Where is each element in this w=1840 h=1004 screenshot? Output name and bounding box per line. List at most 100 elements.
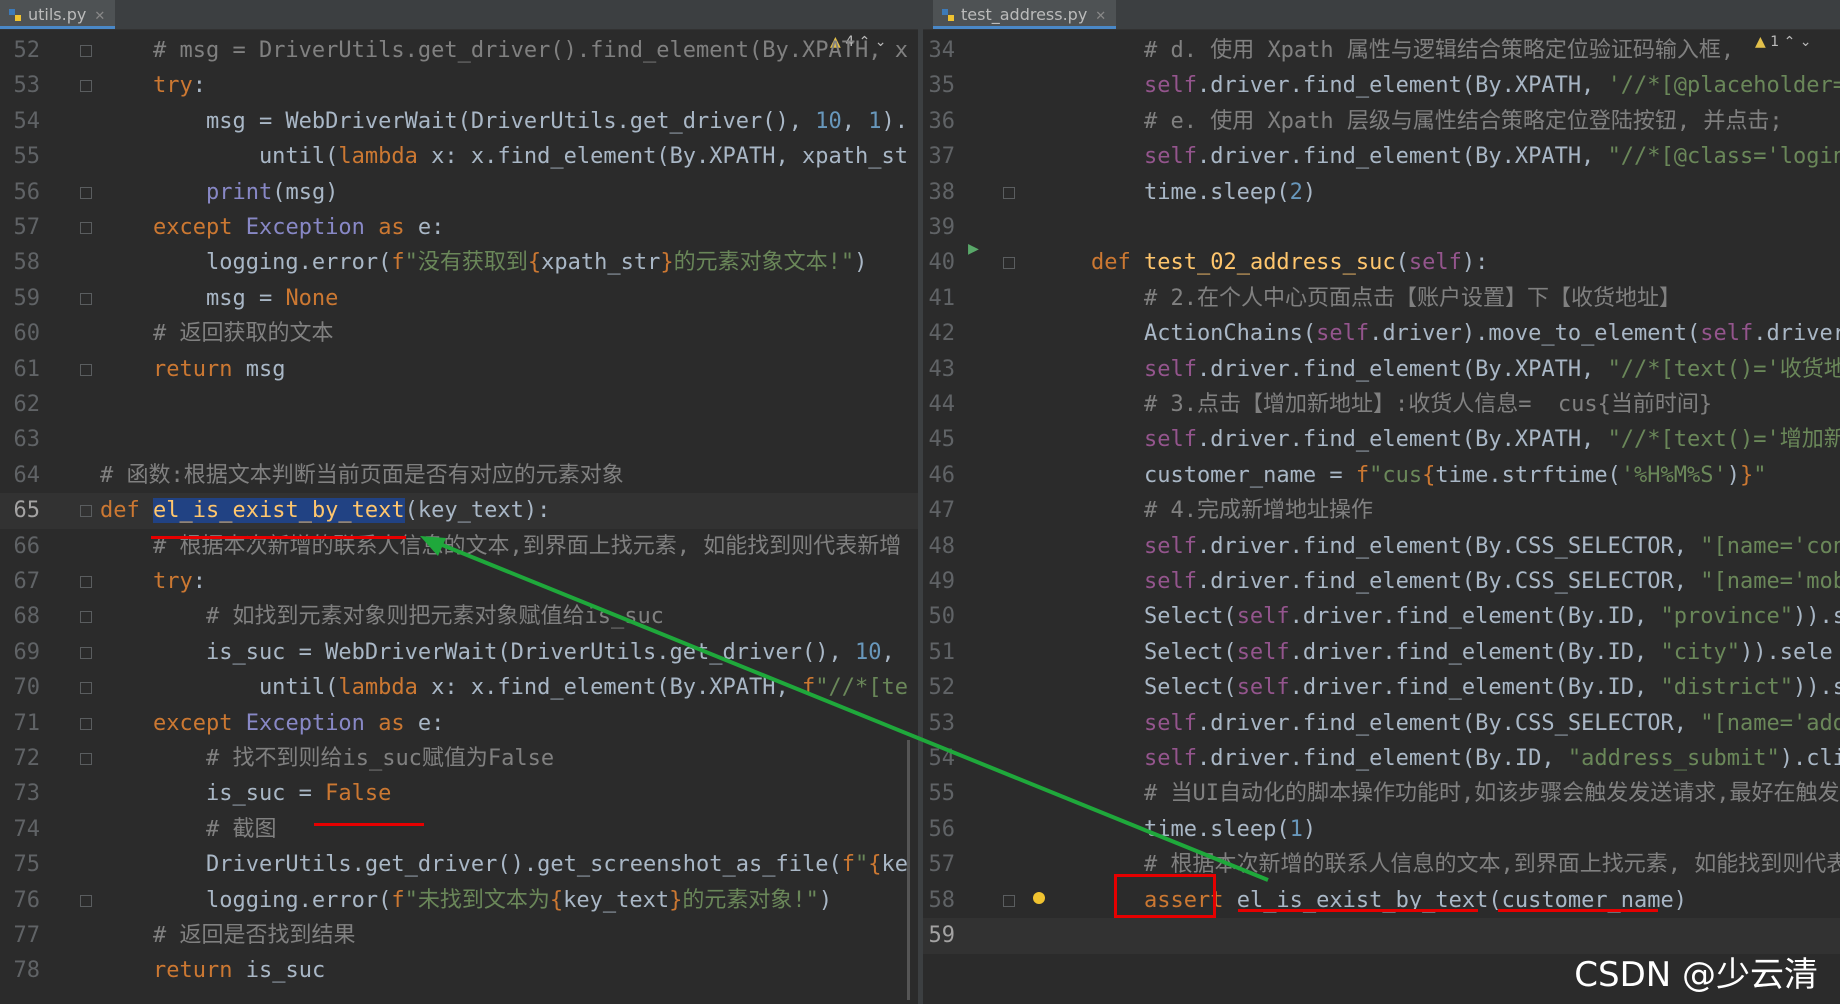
code-line[interactable]: 38 time.sleep(2): [923, 175, 1840, 211]
code-text[interactable]: logging.error(f"没有获取到{xpath_str}的元素对象文本!…: [100, 245, 867, 281]
code-text[interactable]: # d. 使用 Xpath 属性与逻辑结合策略定位验证码输入框,: [1038, 33, 1734, 69]
code-text[interactable]: customer_name = f"cus{time.strftime('%H%…: [1038, 458, 1767, 494]
code-line[interactable]: 52 Select(self.driver.find_element(By.ID…: [923, 670, 1840, 706]
code-text[interactable]: # 当UI自动化的脚本操作功能时,如该步骤会触发发送请求,最好在触发: [1038, 776, 1839, 812]
code-line[interactable]: 49 self.driver.find_element(By.CSS_SELEC…: [923, 564, 1840, 600]
code-line[interactable]: 58 logging.error(f"没有获取到{xpath_str}的元素对象…: [0, 245, 918, 281]
code-line[interactable]: 78 return is_suc: [0, 953, 918, 989]
code-text[interactable]: self.driver.find_element(By.CSS_SELECTOR…: [1038, 706, 1840, 742]
code-line[interactable]: 45 self.driver.find_element(By.XPATH, "/…: [923, 422, 1840, 458]
code-text[interactable]: msg = WebDriverWait(DriverUtils.get_driv…: [100, 104, 908, 140]
tab-utils-py[interactable]: utils.py ✕: [0, 0, 116, 29]
fold-icon[interactable]: [1003, 257, 1015, 270]
code-line[interactable]: 57 # 根据本次新增的联系人信息的文本,到界面上找元素, 如能找到则代表: [923, 847, 1840, 883]
fold-icon[interactable]: [80, 186, 92, 199]
code-text[interactable]: self.driver.find_element(By.XPATH, '//*[…: [1038, 68, 1840, 104]
code-text[interactable]: try:: [100, 564, 206, 600]
code-text[interactable]: self.driver.find_element(By.XPATH, "//*[…: [1038, 139, 1840, 175]
right-code-area[interactable]: 34 # d. 使用 Xpath 属性与逻辑结合策略定位验证码输入框, 35 se…: [923, 29, 1840, 1004]
close-icon[interactable]: ✕: [1095, 9, 1106, 24]
left-editor-pane[interactable]: utils.py ✕ ▲ 4 ⌃ ⌄ 52 # msg = DriverUtils…: [0, 0, 918, 1004]
code-text[interactable]: # 如找到元素对象则把元素对象赋值给is_suc: [100, 599, 664, 635]
left-scrollbar[interactable]: [907, 740, 910, 1000]
code-line[interactable]: 61 return msg: [0, 352, 918, 388]
code-text[interactable]: self.driver.find_element(By.CSS_SELECTOR…: [1038, 564, 1840, 600]
code-text[interactable]: except Exception as e:: [100, 706, 444, 742]
code-text[interactable]: ActionChains(self.driver).move_to_elemen…: [1038, 316, 1840, 352]
fold-icon[interactable]: [80, 894, 92, 907]
code-text[interactable]: # 截图: [100, 812, 277, 848]
code-text[interactable]: Select(self.driver.find_element(By.ID, "…: [1038, 635, 1833, 671]
code-text[interactable]: time.sleep(2): [1038, 175, 1316, 211]
code-line[interactable]: 75 DriverUtils.get_driver().get_screensh…: [0, 847, 918, 883]
code-text[interactable]: is_suc = False: [100, 776, 391, 812]
code-text[interactable]: # 返回获取的文本: [100, 316, 334, 352]
code-line[interactable]: 60 # 返回获取的文本: [0, 316, 918, 352]
code-line[interactable]: 70 until(lambda x: x.find_element(By.XPA…: [0, 670, 918, 706]
fold-icon[interactable]: [80, 80, 92, 93]
code-line[interactable]: 54 msg = WebDriverWait(DriverUtils.get_d…: [0, 104, 918, 140]
fold-icon[interactable]: [1003, 894, 1015, 907]
right-editor-pane[interactable]: test_address.py ✕ ▲ 1 ⌃ ⌄ 34 # d. 使用 Xpat…: [923, 0, 1840, 1004]
code-line[interactable]: 44 # 3.点击【增加新地址】:收货人信息= cus{当前时间}: [923, 387, 1840, 423]
code-text[interactable]: self.driver.find_element(By.XPATH, "//*[…: [1038, 422, 1840, 458]
fold-icon[interactable]: [80, 717, 92, 730]
fold-icon[interactable]: [80, 576, 92, 588]
code-line[interactable]: 39: [923, 210, 1840, 246]
code-text[interactable]: # 2.在个人中心页面点击【账户设置】下【收货地址】: [1038, 281, 1681, 317]
fold-icon[interactable]: [80, 363, 92, 376]
fold-icon[interactable]: [80, 611, 92, 624]
code-line[interactable]: 68 # 如找到元素对象则把元素对象赋值给is_suc: [0, 599, 918, 635]
code-line[interactable]: 41 # 2.在个人中心页面点击【账户设置】下【收货地址】: [923, 281, 1840, 317]
code-line[interactable]: 55 until(lambda x: x.find_element(By.XPA…: [0, 139, 918, 175]
code-text[interactable]: print(msg): [100, 175, 338, 211]
fold-icon[interactable]: [80, 682, 92, 695]
code-line[interactable]: 77 # 返回是否找到结果: [0, 918, 918, 954]
code-line[interactable]: 54 self.driver.find_element(By.ID, "addr…: [923, 741, 1840, 777]
code-line[interactable]: 73 is_suc = False: [0, 776, 918, 812]
code-text[interactable]: Select(self.driver.find_element(By.ID, "…: [1038, 599, 1840, 635]
code-line[interactable]: 48 self.driver.find_element(By.CSS_SELEC…: [923, 529, 1840, 565]
code-line[interactable]: 53 self.driver.find_element(By.CSS_SELEC…: [923, 706, 1840, 742]
code-line[interactable]: 46 customer_name = f"cus{time.strftime('…: [923, 458, 1840, 494]
tab-test-address-py[interactable]: test_address.py ✕: [933, 0, 1117, 29]
code-text[interactable]: msg = None: [100, 281, 338, 317]
code-text[interactable]: logging.error(f"未找到文本为{key_text}的元素对象!"): [100, 883, 832, 919]
code-text[interactable]: return msg: [100, 352, 285, 388]
code-text[interactable]: # 4.完成新增地址操作: [1038, 493, 1373, 529]
fold-icon[interactable]: [80, 222, 92, 234]
code-line[interactable]: 37 self.driver.find_element(By.XPATH, "/…: [923, 139, 1840, 175]
code-line[interactable]: 71 except Exception as e:: [0, 706, 918, 742]
code-line[interactable]: 47 # 4.完成新增地址操作: [923, 493, 1840, 529]
close-icon[interactable]: ✕: [94, 9, 105, 24]
code-line[interactable]: 42 ActionChains(self.driver).move_to_ele…: [923, 316, 1840, 352]
fold-icon[interactable]: [80, 292, 92, 305]
code-line[interactable]: 62: [0, 387, 918, 423]
fold-icon[interactable]: [80, 45, 92, 57]
code-text[interactable]: # 找不到则给is_suc赋值为False: [100, 741, 554, 777]
code-text[interactable]: time.sleep(1): [1038, 812, 1316, 848]
run-icon[interactable]: ▶: [968, 238, 979, 259]
code-text[interactable]: try:: [100, 68, 206, 104]
code-text[interactable]: def el_is_exist_by_text(key_text):: [100, 493, 550, 529]
code-line[interactable]: 59 msg = None: [0, 281, 918, 317]
code-line[interactable]: 58 assert el_is_exist_by_text(customer_n…: [923, 883, 1840, 919]
code-text[interactable]: return is_suc: [100, 953, 325, 989]
code-text[interactable]: is_suc = WebDriverWait(DriverUtils.get_d…: [100, 635, 895, 671]
code-line[interactable]: 40 def test_02_address_suc(self):: [923, 245, 1840, 281]
left-code-area[interactable]: 52 # msg = DriverUtils.get_driver().find…: [0, 29, 918, 1004]
code-text[interactable]: except Exception as e:: [100, 210, 444, 246]
code-text[interactable]: # 3.点击【增加新地址】:收货人信息= cus{当前时间}: [1038, 387, 1712, 423]
code-text[interactable]: # 根据本次新增的联系人信息的文本,到界面上找元素, 如能找到则代表新增: [100, 529, 901, 565]
fold-icon[interactable]: [80, 505, 92, 518]
code-line[interactable]: 53 try:: [0, 68, 918, 104]
code-text[interactable]: def test_02_address_suc(self):: [1038, 245, 1488, 281]
code-text[interactable]: Select(self.driver.find_element(By.ID, "…: [1038, 670, 1840, 706]
code-line[interactable]: 52 # msg = DriverUtils.get_driver().find…: [0, 33, 918, 69]
code-line[interactable]: 64 # 函数:根据文本判断当前页面是否有对应的元素对象: [0, 458, 918, 494]
code-line[interactable]: 57 except Exception as e:: [0, 210, 918, 246]
code-text[interactable]: self.driver.find_element(By.XPATH, "//*[…: [1038, 352, 1840, 388]
code-line[interactable]: 34 # d. 使用 Xpath 属性与逻辑结合策略定位验证码输入框,: [923, 33, 1840, 69]
code-line[interactable]: 51 Select(self.driver.find_element(By.ID…: [923, 635, 1840, 671]
code-text[interactable]: # msg = DriverUtils.get_driver().find_el…: [100, 33, 908, 69]
